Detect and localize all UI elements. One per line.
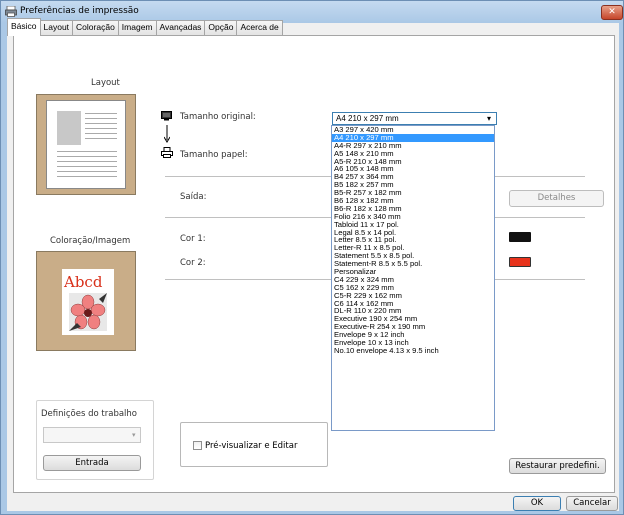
chevron-down-icon: ▾ xyxy=(487,114,492,123)
details-button[interactable]: Detalhes xyxy=(509,190,604,207)
tab-strip: Básico Layout Coloração Imagem Avançadas… xyxy=(7,18,283,36)
paper-size-label: Tamanho papel: xyxy=(180,150,248,160)
color1-label: Cor 1: xyxy=(180,234,206,244)
cancel-button[interactable]: Cancelar xyxy=(566,496,618,511)
tab-opcao[interactable]: Opção xyxy=(204,20,238,35)
color2-label: Cor 2: xyxy=(180,258,206,268)
tab-basico[interactable]: Básico xyxy=(7,18,41,36)
color1-swatch[interactable] xyxy=(509,232,531,242)
color2-swatch[interactable] xyxy=(509,257,531,267)
layout-preview-frame xyxy=(36,94,136,195)
tab-avancadas[interactable]: Avançadas xyxy=(155,20,206,35)
printer-icon xyxy=(161,147,173,158)
chevron-down-icon: ▾ xyxy=(132,431,136,439)
original-size-select-value: A4 210 x 297 mm xyxy=(336,114,399,123)
tab-imagem[interactable]: Imagem xyxy=(117,20,157,35)
dropdown-option[interactable]: No.10 envelope 4.13 x 9.5 inch xyxy=(332,347,494,355)
tab-layout[interactable]: Layout xyxy=(39,20,74,35)
basic-tab-panel: Layout Coloração/Imagem Abcd Definições … xyxy=(13,35,615,493)
job-settings-select[interactable]: ▾ xyxy=(43,427,141,443)
preview-edit-checkbox[interactable] xyxy=(193,441,202,450)
tab-acerca-de[interactable]: Acerca de xyxy=(236,20,283,35)
image-placeholder xyxy=(57,111,81,145)
ok-button[interactable]: OK xyxy=(513,496,561,511)
page-preview xyxy=(46,100,126,189)
flower-image-icon xyxy=(69,293,107,331)
preview-edit-group: Pré-visualizar e Editar xyxy=(180,422,328,467)
close-button[interactable]: ✕ xyxy=(601,5,623,20)
job-settings-group: Definições do trabalho ▾ Entrada xyxy=(36,400,154,480)
original-size-dropdown-list: A3 297 x 420 mm A4 210 x 297 mm A4-R 297… xyxy=(331,125,495,431)
printer-icon xyxy=(5,6,17,17)
color-image-heading: Coloração/Imagem xyxy=(50,236,131,246)
print-preferences-window: Preferências de impressão ✕ Básico Layou… xyxy=(0,0,624,515)
color-preview-page: Abcd xyxy=(62,269,114,335)
tab-coloracao[interactable]: Coloração xyxy=(72,20,119,35)
original-size-label: Tamanho original: xyxy=(180,112,256,122)
color-preview-frame: Abcd xyxy=(36,251,136,351)
window-title: Preferências de impressão xyxy=(20,6,139,16)
job-settings-label: Definições do trabalho xyxy=(41,409,137,419)
restore-defaults-button[interactable]: Restaurar predefini. xyxy=(509,458,606,474)
preview-edit-label: Pré-visualizar e Editar xyxy=(205,441,298,451)
output-label: Saída: xyxy=(180,192,207,202)
entrada-button[interactable]: Entrada xyxy=(43,455,141,471)
original-size-select[interactable]: A4 210 x 297 mm ▾ xyxy=(332,112,497,125)
arrow-down-icon xyxy=(164,125,170,143)
monitor-icon xyxy=(161,111,172,121)
sample-text: Abcd xyxy=(64,273,103,291)
layout-heading: Layout xyxy=(91,78,120,88)
